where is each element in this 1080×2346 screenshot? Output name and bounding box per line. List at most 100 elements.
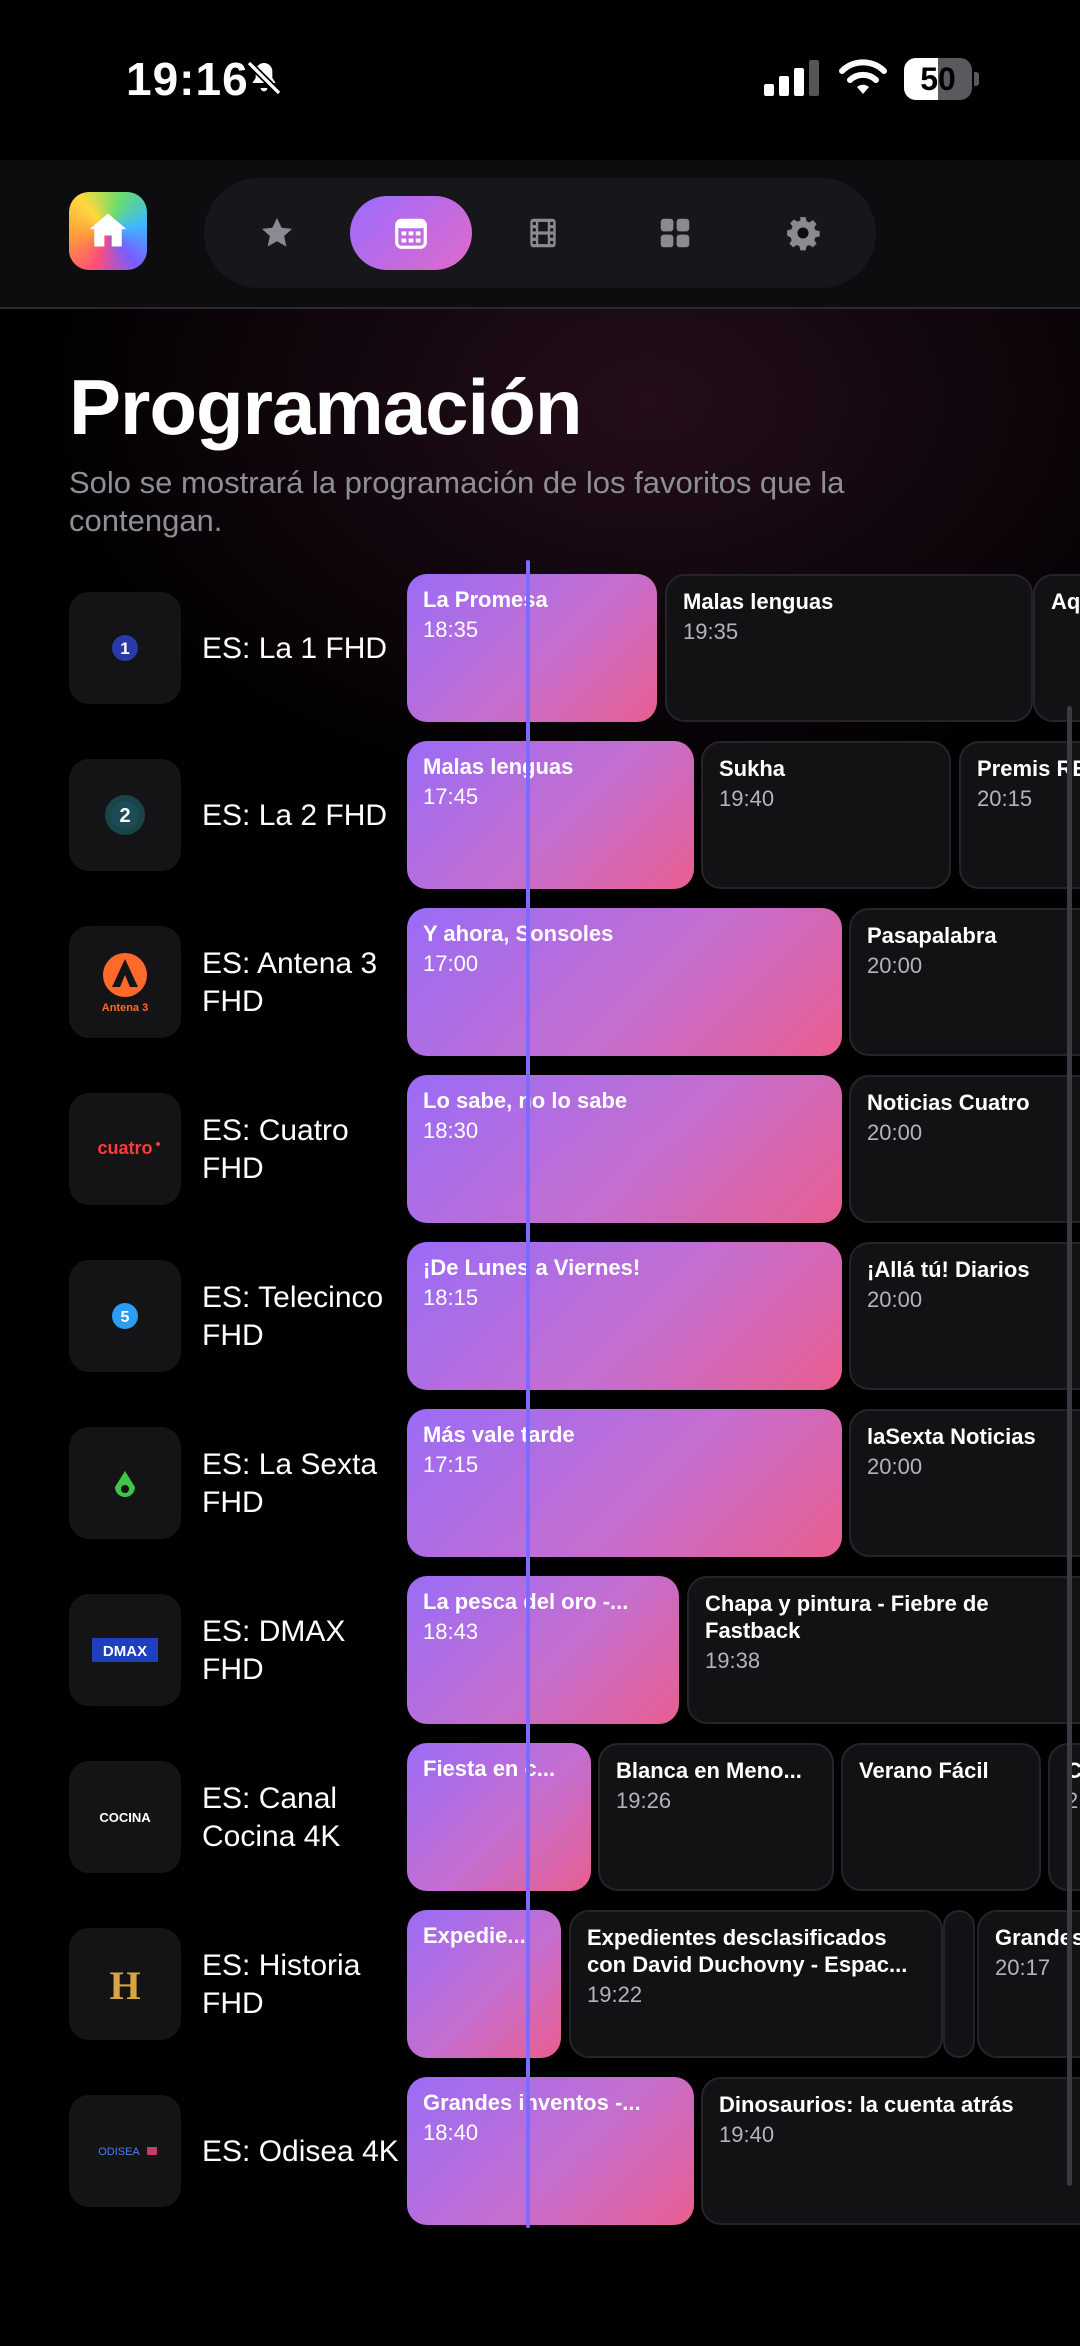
tab-categories[interactable] xyxy=(642,200,708,266)
historia-logo-icon: H xyxy=(109,1963,140,2008)
program-time: 18:43 xyxy=(423,1619,479,1644)
program-strip: Malas lenguas 17:45 Sukha 19:40 Premis R… xyxy=(407,741,1080,893)
channel-logo-cuatro[interactable]: cuatro xyxy=(69,1093,181,1205)
program-card-current[interactable]: Grandes inventos -... 18:40 xyxy=(407,2077,694,2225)
program-title: Chapa y pintura - Fiebre de Fastback xyxy=(705,1591,989,1643)
tab-favorites[interactable] xyxy=(244,200,310,266)
channel-logo-historia[interactable]: H xyxy=(69,1928,181,2040)
channel-name: ES: Cuatro FHD xyxy=(202,1114,349,1185)
program-title: Grandes inventos -... xyxy=(423,2090,641,2115)
program-card[interactable]: Noticias Cuatro 20:00 xyxy=(849,1075,1080,1223)
program-card[interactable] xyxy=(943,1910,975,2058)
program-title: laSexta Noticias xyxy=(867,1424,1036,1449)
program-title: La Promesa xyxy=(423,587,548,612)
program-card-current[interactable]: Y ahora, Sonsoles 17:00 xyxy=(407,908,842,1056)
program-time: 17:45 xyxy=(423,784,479,809)
tab-settings[interactable] xyxy=(770,200,836,266)
channel-logo-antena3[interactable]: Antena 3 xyxy=(69,926,181,1038)
program-card-current[interactable]: La Promesa 18:35 xyxy=(407,574,657,722)
program-title: ¡De Lunes a Viernes! xyxy=(423,1255,641,1280)
svg-text:H: H xyxy=(109,1963,140,2008)
program-time: 20:00 xyxy=(867,953,923,978)
program-strip: Lo sabe, no lo sabe 18:30 Noticias Cuatr… xyxy=(407,1075,1080,1227)
program-card[interactable]: Pasapalabra 20:00 xyxy=(849,908,1080,1056)
home-icon xyxy=(89,213,127,247)
program-time: 19:38 xyxy=(705,1648,761,1673)
program-time: 18:40 xyxy=(423,2120,479,2145)
program-strip: ¡De Lunes a Viernes! 18:15 ¡Allá tú! Dia… xyxy=(407,1242,1080,1394)
program-card[interactable]: Sukha 19:40 xyxy=(701,741,951,889)
program-card[interactable]: Grandes 20:17 xyxy=(977,1910,1080,2058)
program-card[interactable]: ¡Allá tú! Diarios 20:00 xyxy=(849,1242,1080,1390)
tab-movies[interactable] xyxy=(510,200,576,266)
program-strip: La pesca del oro -... 18:43 Chapa y pint… xyxy=(407,1576,1080,1728)
vertical-scrollbar[interactable] xyxy=(1067,706,1072,2186)
current-time-indicator xyxy=(526,560,530,2228)
program-card-current[interactable]: La pesca del oro -... 18:43 xyxy=(407,1576,679,1724)
svg-text:1: 1 xyxy=(120,639,129,658)
program-card[interactable]: Aq xyxy=(1033,574,1080,722)
program-strip: Expedie... Expedientes desclasificados c… xyxy=(407,1910,1080,2062)
program-strip: La Promesa 18:35 Malas lenguas 19:35 Aq xyxy=(407,574,1080,726)
program-title: Noticias Cuatro xyxy=(867,1090,1030,1115)
program-card[interactable]: Premis RE 20:15 xyxy=(959,741,1080,889)
la1-logo-icon: 1 xyxy=(112,635,138,661)
channel-name: ES: Antena 3 FHD xyxy=(202,947,378,1018)
channel-logo-dmax[interactable]: DMAX xyxy=(69,1594,181,1706)
channel-logo-canal-cocina[interactable]: COCINA xyxy=(69,1761,181,1873)
program-card-current[interactable]: ¡De Lunes a Viernes! 18:15 xyxy=(407,1242,842,1390)
program-title: Y ahora, Sonsoles xyxy=(423,921,614,946)
program-card[interactable]: C 2 xyxy=(1048,1743,1080,1891)
program-time: 20:00 xyxy=(867,1287,923,1312)
svg-text:cuatro: cuatro xyxy=(97,1138,152,1158)
program-card[interactable]: Verano Fácil xyxy=(841,1743,1041,1891)
channel-name: ES: La 1 FHD xyxy=(202,632,388,665)
program-time: 17:15 xyxy=(423,1452,479,1477)
program-title: Sukha xyxy=(719,756,786,781)
telecinco-logo-icon: 5 xyxy=(112,1303,138,1329)
channel-row: 2 ES: La 2 FHD Malas lenguas 17:45 Sukha… xyxy=(0,741,1080,893)
program-time: 19:40 xyxy=(719,2122,775,2147)
bell-muted-icon xyxy=(246,60,282,96)
channel-logo-telecinco[interactable]: 5 xyxy=(69,1260,181,1372)
nav-tab-bar xyxy=(204,178,876,288)
wifi-icon xyxy=(839,59,887,94)
channel-name: ES: La 2 FHD xyxy=(202,799,388,832)
program-card-current[interactable]: Malas lenguas 17:45 xyxy=(407,741,694,889)
program-card[interactable]: Expedientes desclasificados con David Du… xyxy=(569,1910,943,2058)
program-card[interactable]: Dinosaurios: la cuenta atrás 19:40 xyxy=(701,2077,1080,2225)
battery-level-text: 50 xyxy=(920,61,956,97)
program-title: Lo sabe, no lo sabe xyxy=(423,1088,628,1113)
program-card-current[interactable]: Expedie... xyxy=(407,1910,561,2058)
status-time: 19:16 xyxy=(126,53,249,105)
channel-row: cuatro ES: Cuatro FHD Lo sabe, no lo sab… xyxy=(0,1075,1080,1227)
program-card-current[interactable]: Fiesta en c... xyxy=(407,1743,591,1891)
program-time: 19:35 xyxy=(683,619,739,644)
program-time: 19:22 xyxy=(587,1982,643,2007)
film-icon xyxy=(530,218,556,248)
channel-name: ES: La Sexta FHD xyxy=(202,1448,378,1519)
program-card-current[interactable]: Lo sabe, no lo sabe 18:30 xyxy=(407,1075,842,1223)
program-title: Premis RE xyxy=(977,756,1080,781)
channel-logo-la1[interactable]: 1 xyxy=(69,592,181,704)
tab-schedule[interactable] xyxy=(350,196,472,270)
program-time: 19:40 xyxy=(719,786,775,811)
page-subtitle: Solo se mostrará la programación de los … xyxy=(69,465,845,538)
page-title: Programación xyxy=(69,363,582,451)
channel-row: H ES: Historia FHD Expedie... Expediente… xyxy=(0,1910,1080,2062)
home-button[interactable] xyxy=(69,192,147,270)
channel-name: ES: Canal Cocina 4K xyxy=(202,1782,341,1853)
program-card[interactable]: Chapa y pintura - Fiebre de Fastback 19:… xyxy=(687,1576,1080,1724)
channel-logo-la2[interactable]: 2 xyxy=(69,759,181,871)
channel-logo-lasexta[interactable] xyxy=(69,1427,181,1539)
program-time: 20:00 xyxy=(867,1454,923,1479)
program-card[interactable]: laSexta Noticias 20:00 xyxy=(849,1409,1080,1557)
grid-icon xyxy=(660,218,690,248)
program-card[interactable]: Malas lenguas 19:35 xyxy=(665,574,1033,722)
channel-logo-odisea[interactable]: ODISEA xyxy=(69,2095,181,2207)
program-strip: Más vale tarde 17:15 laSexta Noticias 20… xyxy=(407,1409,1080,1561)
program-card-current[interactable]: Más vale tarde 17:15 xyxy=(407,1409,842,1557)
program-card[interactable]: Blanca en Meno... 19:26 xyxy=(598,1743,834,1891)
channel-row: ES: La Sexta FHD Más vale tarde 17:15 la… xyxy=(0,1409,1080,1561)
channel-name: ES: DMAX FHD xyxy=(202,1615,346,1686)
